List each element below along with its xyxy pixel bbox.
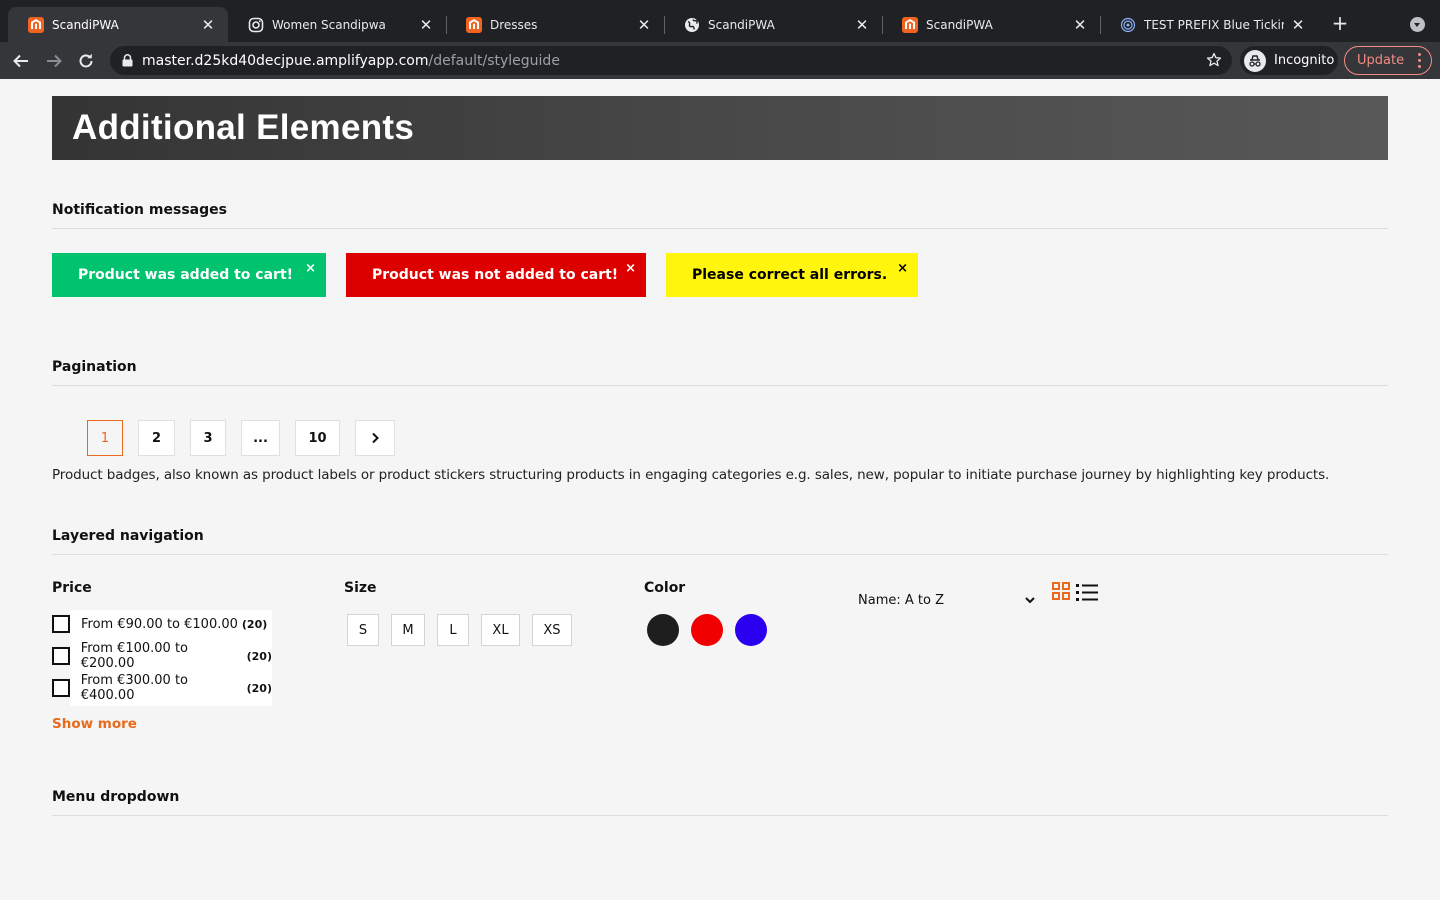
browser-tab-3[interactable]: Dresses ✕ [446, 7, 664, 42]
size-option-m[interactable]: M [391, 614, 425, 646]
price-option-count: (20) [241, 617, 268, 631]
page-header-banner: Additional Elements [52, 96, 1388, 160]
instagram-icon [248, 17, 264, 33]
notification-error: Product was not added to cart! × [346, 253, 646, 297]
list-view-icon[interactable] [1076, 584, 1098, 601]
price-option-label: From €100.00 to €200.00 [80, 641, 189, 671]
price-option-count: (20) [246, 649, 272, 663]
pagination-page-1[interactable]: 1 [87, 420, 123, 456]
tab-title: TEST PREFIX Blue Ticking I [1144, 17, 1284, 32]
show-more-link[interactable]: Show more [52, 716, 137, 732]
reload-icon[interactable] [75, 50, 97, 72]
forward-icon[interactable] [43, 50, 65, 72]
notification-success: Product was added to cart! × [52, 253, 326, 297]
magento-icon [902, 16, 918, 33]
back-icon[interactable] [10, 50, 32, 72]
color-swatch-red[interactable] [691, 614, 723, 646]
browser-tab-1[interactable]: ScandiPWA ✕ [8, 7, 228, 42]
address-bar[interactable]: master.d25kd40decjpue.amplifyapp.com/def… [110, 46, 1232, 75]
browser-tab-2[interactable]: Women Scandipwa ✕ [228, 7, 446, 42]
notifications-section-title: Notification messages [52, 202, 227, 218]
fingerprint-icon [1120, 17, 1136, 33]
url-path: /default/styleguide [428, 52, 560, 69]
browser-toolbar: master.d25kd40decjpue.amplifyapp.com/def… [0, 42, 1440, 79]
price-checkbox[interactable] [52, 615, 70, 633]
url-host: master.d25kd40decjpue.amplifyapp.com [142, 52, 429, 69]
section-divider [52, 385, 1388, 386]
incognito-badge[interactable]: Incognito [1240, 46, 1338, 75]
close-icon[interactable]: ✕ [1290, 17, 1306, 33]
notification-text: Product was added to cart! [78, 267, 294, 283]
size-option-xl[interactable]: XL [481, 614, 520, 646]
more-vert-icon [1418, 53, 1421, 68]
close-icon[interactable]: ✕ [854, 17, 870, 33]
pagination-page-10[interactable]: 10 [295, 420, 340, 456]
price-option-count: (20) [246, 681, 272, 695]
browser-tab-bar: ScandiPWA ✕ Women Scandipwa ✕ Dresses ✕ … [0, 0, 1440, 42]
price-checkbox[interactable] [52, 679, 70, 697]
browser-tab-4[interactable]: ScandiPWA ✕ [664, 7, 882, 42]
bookmark-star-icon[interactable] [1206, 52, 1222, 72]
price-option[interactable]: From €100.00 to €200.00 (20) [52, 641, 272, 671]
grid-view-icon[interactable] [1052, 582, 1070, 600]
lock-icon [120, 54, 134, 68]
close-icon[interactable]: ✕ [1072, 17, 1088, 33]
color-swatch-blue[interactable] [735, 614, 767, 646]
section-divider [52, 554, 1388, 555]
tab-title: Women Scandipwa [272, 17, 386, 32]
close-icon[interactable]: ✕ [418, 17, 434, 33]
magento-icon [28, 16, 44, 33]
section-divider [52, 815, 1388, 816]
browser-tab-5[interactable]: ScandiPWA ✕ [882, 7, 1100, 42]
tab-title: ScandiPWA [52, 17, 119, 32]
close-icon[interactable]: × [625, 261, 636, 276]
price-filter-list: From €90.00 to €100.00 (20) From €100.00… [52, 610, 272, 706]
tab-search-icon[interactable] [1410, 17, 1425, 32]
notification-text: Product was not added to cart! [372, 267, 619, 283]
chevron-down-icon [1024, 594, 1036, 610]
notification-warning: Please correct all errors. × [666, 253, 918, 297]
price-option[interactable]: From €300.00 to €400.00 (20) [52, 673, 272, 703]
update-label: Update [1357, 53, 1405, 68]
section-divider [52, 228, 1388, 229]
size-option-xs[interactable]: XS [532, 614, 572, 646]
pagination-next-button[interactable] [355, 420, 395, 456]
color-swatch-black[interactable] [647, 614, 679, 646]
size-filter-title: Size [344, 580, 377, 596]
pagination-page-3[interactable]: 3 [190, 420, 226, 456]
layered-navigation-section-title: Layered navigation [52, 528, 204, 544]
price-option-label: From €90.00 to €100.00 [81, 616, 238, 632]
chevron-right-icon [372, 432, 379, 444]
price-option-label: From €300.00 to €400.00 [80, 673, 189, 703]
tab-title: ScandiPWA [708, 17, 775, 32]
menu-dropdown-section-title: Menu dropdown [52, 789, 180, 805]
pagination-section-title: Pagination [52, 359, 137, 375]
update-button[interactable]: Update [1344, 46, 1432, 75]
size-option-s[interactable]: S [347, 614, 379, 646]
color-filter-title: Color [644, 580, 686, 596]
incognito-icon [1244, 49, 1266, 72]
price-checkbox[interactable] [52, 647, 70, 665]
sort-selected-value: Name: A to Z [858, 593, 944, 608]
browser-tab-6[interactable]: TEST PREFIX Blue Ticking I ✕ [1100, 7, 1318, 42]
tab-title: ScandiPWA [926, 17, 993, 32]
close-icon[interactable]: × [305, 261, 316, 276]
product-badges-description: Product badges, also known as product la… [52, 467, 1330, 483]
size-option-l[interactable]: L [437, 614, 469, 646]
pagination-ellipsis: ... [241, 420, 280, 456]
new-tab-button[interactable]: + [1329, 12, 1351, 34]
magento-icon [466, 16, 482, 33]
tab-title: Dresses [490, 17, 538, 32]
close-icon[interactable]: × [897, 261, 908, 276]
globe-icon [684, 17, 700, 33]
close-icon[interactable]: ✕ [200, 17, 216, 33]
incognito-label: Incognito [1274, 53, 1335, 68]
pagination-page-2[interactable]: 2 [138, 420, 175, 456]
price-filter-title: Price [52, 580, 92, 596]
notification-text: Please correct all errors. [692, 267, 888, 283]
close-icon[interactable]: ✕ [636, 17, 652, 33]
price-option[interactable]: From €90.00 to €100.00 (20) [52, 614, 267, 634]
sort-select[interactable]: Name: A to Z [858, 593, 1038, 613]
page-title: Additional Elements [72, 108, 415, 147]
